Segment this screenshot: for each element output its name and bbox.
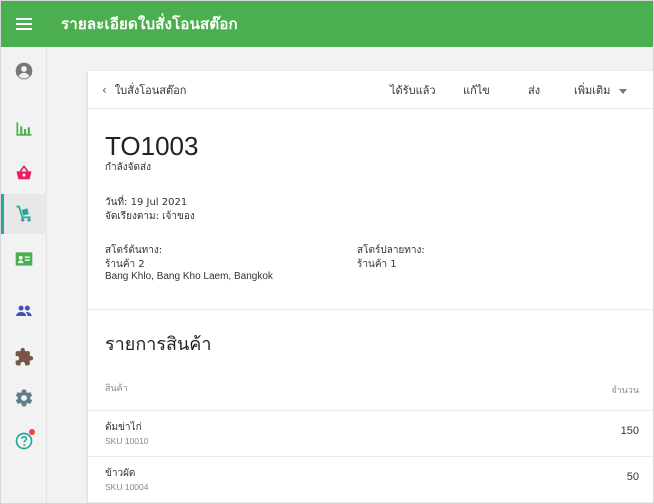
source-store-label: สโตร์ต้นทาง: bbox=[105, 245, 163, 256]
destination-store-name: ร้านค้า 1 bbox=[357, 259, 397, 270]
order-number: TO1003 bbox=[105, 131, 199, 161]
basket-icon bbox=[16, 164, 32, 180]
order-arranged-by: จัดเรียงตาม: เจ้าของ bbox=[105, 211, 195, 222]
puzzle-icon bbox=[15, 347, 34, 366]
item-name: ข้าวผัด bbox=[105, 468, 136, 479]
sidebar-item-account[interactable] bbox=[1, 51, 47, 91]
contact-card-icon bbox=[15, 252, 33, 266]
more-label: เพิ่มเติม bbox=[574, 84, 611, 97]
bar-chart-icon bbox=[16, 122, 32, 136]
page-title: รายละเอียดใบสั่งโอนสต๊อก bbox=[61, 15, 238, 33]
sidebar-item-employees[interactable] bbox=[1, 291, 47, 331]
source-store-name: ร้านค้า 2 bbox=[105, 259, 145, 270]
account-circle-icon bbox=[15, 62, 33, 80]
edit-button[interactable]: แก้ไข bbox=[463, 71, 490, 109]
transfer-order-card: ‹ ใบสั่งโอนสต๊อก ได้รับแล้ว แก้ไข ส่ง เพ… bbox=[88, 71, 653, 503]
back-label: ใบสั่งโอนสต๊อก bbox=[114, 84, 187, 97]
order-date: วันที่: 19 Jul 2021 bbox=[105, 197, 188, 208]
item-quantity: 150 bbox=[620, 425, 639, 437]
order-header: TO1003 กำลังจัดส่ง วันที่: 19 Jul 2021 จ… bbox=[88, 109, 653, 310]
table-row[interactable]: ต้มข่าไก่ SKU 10010 150 bbox=[88, 411, 653, 457]
caret-down-icon bbox=[619, 88, 628, 94]
item-sku: SKU 10004 bbox=[105, 482, 149, 492]
sidebar-item-reports[interactable] bbox=[1, 109, 47, 149]
received-button[interactable]: ได้รับแล้ว bbox=[390, 71, 436, 109]
app-window: รายละเอียดใบสั่งโอนสต๊อก ‹ ใบสั่งโอนสต๊อ… bbox=[0, 0, 654, 504]
order-status: กำลังจัดส่ง bbox=[105, 162, 152, 173]
notification-badge bbox=[29, 429, 35, 435]
sidebar bbox=[1, 47, 47, 503]
more-button[interactable]: เพิ่มเติม bbox=[574, 71, 628, 109]
app-bar: รายละเอียดใบสั่งโอนสต๊อก bbox=[1, 1, 653, 47]
back-button[interactable]: ‹ ใบสั่งโอนสต๊อก bbox=[102, 71, 186, 109]
chevron-left-icon: ‹ bbox=[102, 83, 107, 97]
item-name: ต้มข่าไก่ bbox=[105, 422, 142, 433]
sidebar-item-settings[interactable] bbox=[1, 378, 47, 418]
dolly-icon bbox=[16, 205, 31, 222]
sidebar-item-inventory[interactable] bbox=[1, 194, 47, 234]
sidebar-item-integrations[interactable] bbox=[1, 337, 47, 377]
sidebar-item-sales[interactable] bbox=[1, 153, 47, 193]
items-section-title: รายการสินค้า bbox=[105, 334, 212, 355]
column-quantity: จำนวน bbox=[611, 386, 639, 396]
menu-button[interactable] bbox=[1, 1, 47, 47]
item-sku: SKU 10010 bbox=[105, 436, 149, 446]
sidebar-item-customers[interactable] bbox=[1, 239, 47, 279]
column-product: สินค้า bbox=[105, 384, 128, 394]
sidebar-item-help[interactable] bbox=[1, 421, 47, 461]
destination-store-label: สโตร์ปลายทาง: bbox=[357, 245, 425, 256]
source-store-address: Bang Khlo, Bang Kho Laem, Bangkok bbox=[105, 271, 273, 282]
table-row[interactable]: ข้าวผัด SKU 10004 50 bbox=[88, 457, 653, 503]
hamburger-icon bbox=[16, 18, 32, 30]
people-icon bbox=[16, 305, 32, 316]
send-button[interactable]: ส่ง bbox=[528, 71, 540, 109]
items-table-header: สินค้า จำนวน bbox=[88, 369, 653, 411]
item-quantity: 50 bbox=[626, 471, 639, 483]
gear-icon bbox=[15, 389, 33, 407]
card-toolbar: ‹ ใบสั่งโอนสต๊อก ได้รับแล้ว แก้ไข ส่ง เพ… bbox=[88, 71, 653, 109]
